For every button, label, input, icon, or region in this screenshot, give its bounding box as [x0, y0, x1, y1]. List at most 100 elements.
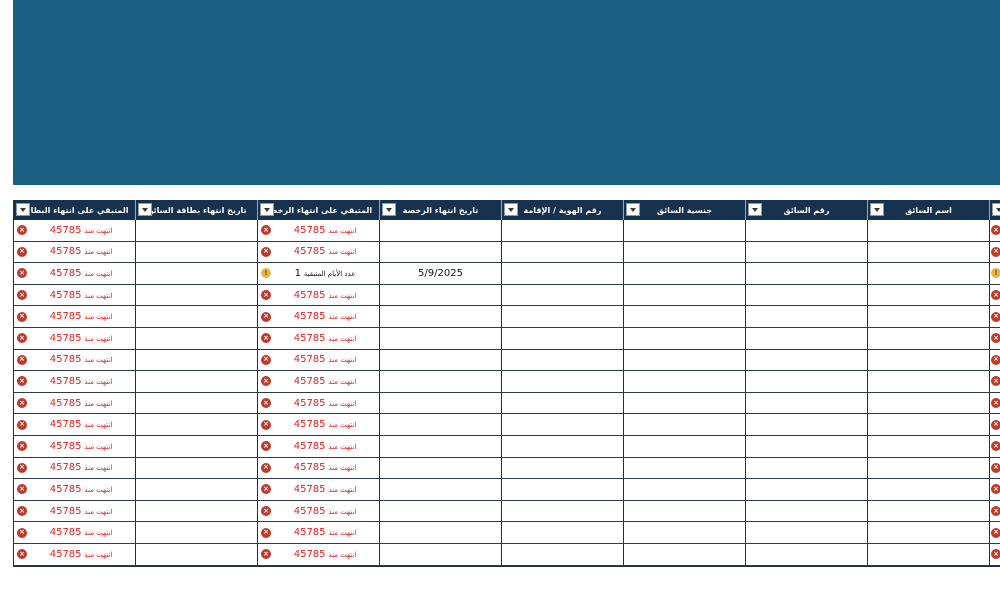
filter-dropdown-button[interactable] — [260, 203, 274, 216]
nationality-cell[interactable] — [624, 522, 746, 544]
driver-name-cell[interactable] — [868, 457, 990, 480]
filter-dropdown-button[interactable] — [748, 203, 762, 216]
driver-name-cell[interactable] — [868, 241, 990, 264]
nationality-cell[interactable] — [624, 543, 746, 566]
license-expiry-date-cell[interactable] — [380, 392, 502, 415]
card-expiry-date-cell[interactable] — [136, 479, 258, 501]
driver-name-cell[interactable] — [868, 284, 990, 307]
card-expiry-date-cell[interactable] — [136, 435, 258, 458]
id-number-cell[interactable] — [502, 220, 624, 242]
id-number-cell[interactable] — [502, 543, 624, 566]
id-number-cell[interactable] — [502, 457, 624, 480]
card-expiry-date-cell[interactable] — [136, 327, 258, 350]
card-expiry-date-cell[interactable] — [136, 457, 258, 480]
driver-number-cell[interactable] — [746, 543, 868, 566]
license-expiry-date-cell[interactable] — [380, 500, 502, 523]
driver-name-cell[interactable] — [868, 327, 990, 350]
id-number-cell[interactable] — [502, 306, 624, 328]
license-expiry-date-cell[interactable] — [380, 543, 502, 566]
driver-name-cell[interactable] — [868, 414, 990, 436]
nationality-cell[interactable] — [624, 306, 746, 328]
driver-number-cell[interactable] — [746, 349, 868, 372]
nationality-cell[interactable] — [624, 263, 746, 285]
driver-number-cell[interactable] — [746, 392, 868, 415]
nationality-cell[interactable] — [624, 241, 746, 264]
id-number-cell[interactable] — [502, 263, 624, 285]
filter-dropdown-button[interactable] — [138, 203, 152, 216]
driver-number-cell[interactable] — [746, 479, 868, 501]
nationality-cell[interactable] — [624, 284, 746, 307]
card-expiry-date-cell[interactable] — [136, 241, 258, 264]
card-expiry-date-cell[interactable] — [136, 414, 258, 436]
nationality-cell[interactable] — [624, 435, 746, 458]
filter-dropdown-button[interactable] — [870, 203, 884, 216]
driver-number-cell[interactable] — [746, 522, 868, 544]
driver-number-cell[interactable] — [746, 500, 868, 523]
license-expiry-date-cell[interactable] — [380, 479, 502, 501]
license-expiry-date-cell[interactable] — [380, 371, 502, 393]
driver-number-cell[interactable] — [746, 284, 868, 307]
card-expiry-date-cell[interactable] — [136, 263, 258, 285]
card-expiry-date-cell[interactable] — [136, 392, 258, 415]
id-number-cell[interactable] — [502, 392, 624, 415]
nationality-cell[interactable] — [624, 220, 746, 242]
license-expiry-date-cell[interactable] — [380, 220, 502, 242]
filter-dropdown-button[interactable] — [626, 203, 640, 216]
card-expiry-date-cell[interactable] — [136, 522, 258, 544]
nationality-cell[interactable] — [624, 414, 746, 436]
nationality-cell[interactable] — [624, 371, 746, 393]
driver-name-cell[interactable] — [868, 306, 990, 328]
driver-number-cell[interactable] — [746, 371, 868, 393]
license-expiry-date-cell[interactable] — [380, 435, 502, 458]
id-number-cell[interactable] — [502, 435, 624, 458]
driver-name-cell[interactable] — [868, 392, 990, 415]
card-expiry-date-cell[interactable] — [136, 306, 258, 328]
nationality-cell[interactable] — [624, 500, 746, 523]
license-expiry-date-cell[interactable]: 5/9/2025 — [380, 263, 502, 285]
driver-name-cell[interactable] — [868, 371, 990, 393]
license-expiry-date-cell[interactable] — [380, 241, 502, 264]
id-number-cell[interactable] — [502, 327, 624, 350]
filter-dropdown-button[interactable] — [992, 203, 1000, 216]
driver-name-cell[interactable] — [868, 263, 990, 285]
driver-name-cell[interactable] — [868, 435, 990, 458]
id-number-cell[interactable] — [502, 522, 624, 544]
license-expiry-date-cell[interactable] — [380, 284, 502, 307]
driver-name-cell[interactable] — [868, 479, 990, 501]
id-number-cell[interactable] — [502, 479, 624, 501]
id-number-cell[interactable] — [502, 284, 624, 307]
filter-dropdown-button[interactable] — [382, 203, 396, 216]
driver-number-cell[interactable] — [746, 306, 868, 328]
filter-dropdown-button[interactable] — [16, 203, 30, 216]
nationality-cell[interactable] — [624, 479, 746, 501]
card-expiry-date-cell[interactable] — [136, 349, 258, 372]
driver-name-cell[interactable] — [868, 220, 990, 242]
license-expiry-date-cell[interactable] — [380, 522, 502, 544]
nationality-cell[interactable] — [624, 349, 746, 372]
card-expiry-date-cell[interactable] — [136, 543, 258, 566]
driver-name-cell[interactable] — [868, 349, 990, 372]
id-number-cell[interactable] — [502, 241, 624, 264]
driver-number-cell[interactable] — [746, 220, 868, 242]
nationality-cell[interactable] — [624, 457, 746, 480]
driver-number-cell[interactable] — [746, 241, 868, 264]
driver-name-cell[interactable] — [868, 500, 990, 523]
driver-number-cell[interactable] — [746, 457, 868, 480]
driver-number-cell[interactable] — [746, 263, 868, 285]
driver-name-cell[interactable] — [868, 522, 990, 544]
license-expiry-date-cell[interactable] — [380, 457, 502, 480]
nationality-cell[interactable] — [624, 327, 746, 350]
id-number-cell[interactable] — [502, 371, 624, 393]
card-expiry-date-cell[interactable] — [136, 500, 258, 523]
license-expiry-date-cell[interactable] — [380, 327, 502, 350]
filter-dropdown-button[interactable] — [504, 203, 518, 216]
license-expiry-date-cell[interactable] — [380, 306, 502, 328]
card-expiry-date-cell[interactable] — [136, 220, 258, 242]
driver-name-cell[interactable] — [868, 543, 990, 566]
driver-number-cell[interactable] — [746, 327, 868, 350]
license-expiry-date-cell[interactable] — [380, 414, 502, 436]
nationality-cell[interactable] — [624, 392, 746, 415]
driver-number-cell[interactable] — [746, 435, 868, 458]
card-expiry-date-cell[interactable] — [136, 371, 258, 393]
id-number-cell[interactable] — [502, 500, 624, 523]
